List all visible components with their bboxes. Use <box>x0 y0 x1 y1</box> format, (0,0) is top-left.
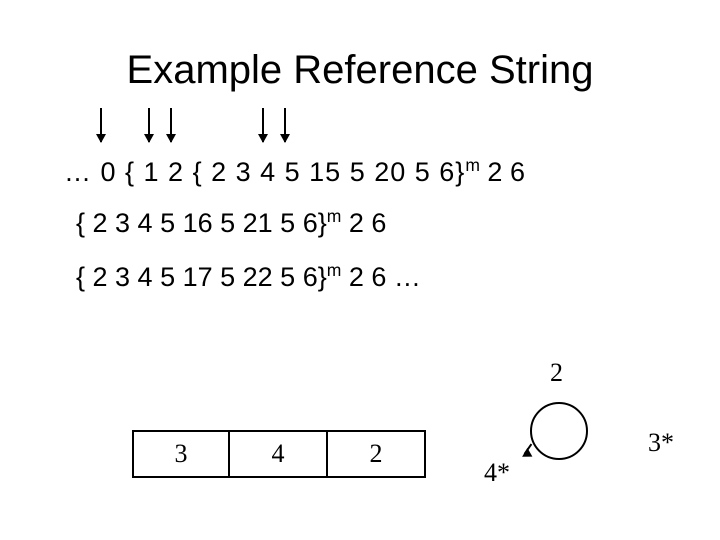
arrow-5 <box>284 108 286 142</box>
label-3star: 3* <box>648 428 674 458</box>
ref-line-3: { 2 3 4 5 17 5 22 5 6}m 2 6 … <box>76 260 422 293</box>
arrow-3 <box>170 108 172 142</box>
incoming-page-label: 2 <box>550 358 563 388</box>
arrow-1 <box>100 108 102 142</box>
arrow-2 <box>148 108 150 142</box>
ref-line-2-sup: m <box>327 206 342 226</box>
ref-line-2: { 2 3 4 5 16 5 21 5 6}m 2 6 <box>76 206 386 239</box>
ref-line-3-part-b: 2 6 <box>341 262 394 292</box>
frame-0: 3 <box>132 430 230 478</box>
clock-arrow-head <box>520 448 533 461</box>
ref-line-3-part-a: { 2 3 4 5 17 5 22 5 6} <box>76 262 327 292</box>
ref-line-2-part-b: 2 6 <box>341 208 386 238</box>
ref-line-2-part-a: { 2 3 4 5 16 5 21 5 6} <box>76 208 327 238</box>
slide-title: Example Reference String <box>0 48 720 93</box>
page-frames: 3 4 2 <box>132 430 426 478</box>
ref-line-1: … 0 { 1 2 { 2 3 4 5 15 5 20 5 6}m 2 6 <box>64 155 525 188</box>
ref-line-3-sup: m <box>327 260 342 280</box>
frame-2: 2 <box>328 430 426 478</box>
ref-line-3-ellipsis: … <box>394 262 422 292</box>
label-4star: 4* <box>484 458 510 488</box>
ref-line-1-sup: m <box>465 155 480 175</box>
ref-line-1-part-b: 2 6 <box>480 157 525 187</box>
clock-circle <box>530 402 588 460</box>
frame-1: 4 <box>230 430 328 478</box>
ref-line-1-part-a: … 0 { 1 2 { 2 3 4 5 15 5 20 5 6} <box>64 157 465 187</box>
arrow-4 <box>262 108 264 142</box>
